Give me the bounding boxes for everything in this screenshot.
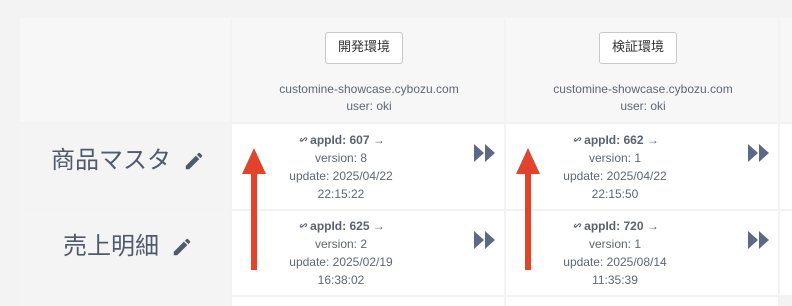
- fast-forward-icon[interactable]: [747, 230, 771, 250]
- app-name-label: 商品マスタ: [51, 146, 171, 174]
- pencil-icon[interactable]: [183, 150, 205, 172]
- deploy-cell: [506, 297, 778, 306]
- app-name[interactable]: 商品マスタ: [51, 140, 205, 175]
- pencil-icon[interactable]: [171, 236, 193, 258]
- app-name[interactable]: 売上明細: [63, 226, 193, 261]
- app-id: appId: 720: [584, 219, 644, 233]
- env-header-next: [780, 18, 792, 122]
- link-icon: [573, 223, 582, 228]
- env-user: user: oki: [346, 99, 392, 113]
- deploy-cell: [232, 297, 504, 306]
- fast-forward-icon[interactable]: [473, 143, 497, 163]
- deploy-cell: [780, 124, 792, 209]
- env-domain: customine-showcase.cybozu.com: [279, 82, 459, 96]
- app-row-header: [20, 297, 230, 306]
- annotation-arrow-up-icon: [242, 148, 266, 270]
- app-id: appId: 662: [584, 133, 644, 147]
- update-time-text: 16:38:02: [317, 273, 365, 287]
- env-user: user: oki: [620, 99, 666, 113]
- fast-forward-icon[interactable]: [747, 143, 771, 163]
- link-icon: [299, 223, 308, 228]
- app-name-label: 売上明細: [63, 232, 159, 260]
- link-icon: [573, 137, 582, 142]
- env-button-dev[interactable]: 開発環境: [325, 32, 404, 64]
- fast-forward-icon[interactable]: [473, 230, 497, 250]
- deploy-cell: [780, 211, 792, 295]
- env-domain: customine-showcase.cybozu.com: [553, 82, 733, 96]
- arrow-right-icon: →: [372, 219, 385, 233]
- update-time-text: 11:35:39: [592, 273, 638, 287]
- link-icon: [299, 137, 308, 142]
- app-id: appId: 607: [310, 133, 370, 147]
- annotation-arrow-up-icon: [516, 148, 540, 270]
- arrow-right-icon: →: [372, 133, 385, 147]
- app-id: appId: 625: [310, 219, 370, 233]
- arrow-right-icon: →: [646, 133, 659, 147]
- env-button-staging[interactable]: 検証環境: [599, 32, 678, 64]
- header-corner-cell: [20, 18, 230, 122]
- arrow-right-icon: →: [646, 219, 659, 233]
